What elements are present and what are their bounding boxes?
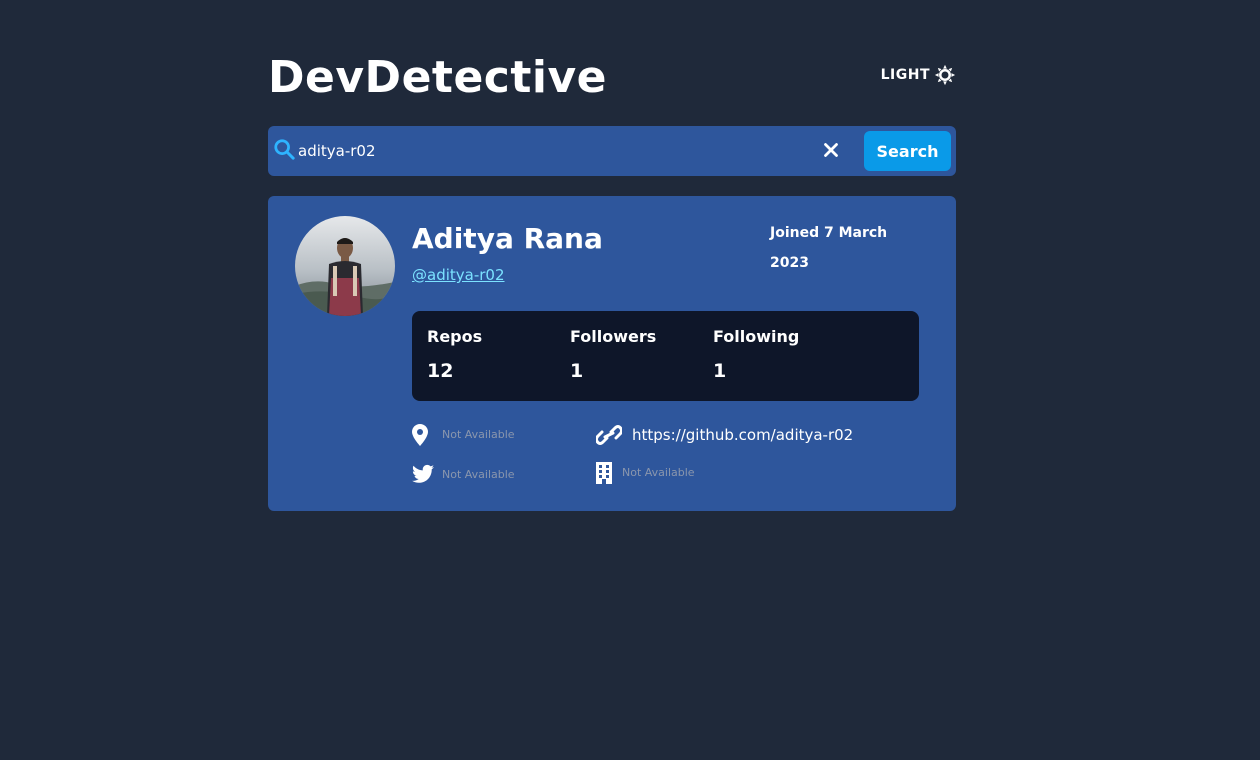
- profile-name: Aditya Rana: [412, 222, 603, 255]
- stat-label: Repos: [427, 327, 483, 346]
- building-icon: [596, 462, 612, 484]
- search-input[interactable]: [298, 136, 798, 166]
- header: DevDetective LIGHT: [268, 52, 956, 108]
- theme-toggle[interactable]: LIGHT: [881, 64, 956, 86]
- search-icon: [273, 138, 295, 160]
- company-text: Not Available: [622, 465, 695, 479]
- theme-toggle-label: LIGHT: [880, 67, 930, 83]
- user-avatar: [295, 216, 395, 316]
- joined-date-line-1: Joined 7 March: [770, 225, 888, 241]
- stat-value: 12: [427, 360, 454, 382]
- brand-title: DevDetective: [268, 52, 608, 103]
- info-location: Not Available: [412, 424, 515, 446]
- search-button[interactable]: Search: [864, 131, 951, 171]
- search-bar: Search: [268, 126, 956, 176]
- info-company: Not Available: [596, 462, 695, 484]
- profile-card: Aditya Rana @aditya-r02 Joined 7 March 2…: [268, 196, 956, 511]
- stat-value: 1: [713, 360, 727, 382]
- twitter-icon: [412, 464, 434, 484]
- website-link[interactable]: https://github.com/aditya-r02: [632, 426, 853, 444]
- joined-date: Joined 7 March 2023: [770, 218, 900, 278]
- location-pin-icon: [412, 424, 432, 446]
- profile-handle-link[interactable]: @aditya-r02: [412, 266, 505, 284]
- stats-panel: Repos 12 Followers 1 Following 1: [412, 311, 919, 401]
- close-icon[interactable]: [820, 139, 842, 161]
- info-website[interactable]: https://github.com/aditya-r02: [594, 425, 853, 445]
- link-icon: [594, 425, 624, 445]
- stat-label: Following: [713, 327, 800, 346]
- joined-date-line-2: 2023: [770, 255, 809, 271]
- stat-label: Followers: [570, 327, 657, 346]
- sun-icon: [934, 64, 956, 86]
- stat-value: 1: [570, 360, 584, 382]
- location-text: Not Available: [442, 427, 515, 441]
- info-twitter: Not Available: [412, 464, 515, 484]
- stat-following: Following 1: [713, 327, 853, 382]
- stat-followers: Followers 1: [570, 327, 710, 382]
- stat-repos: Repos 12: [427, 327, 567, 382]
- twitter-text: Not Available: [442, 467, 515, 481]
